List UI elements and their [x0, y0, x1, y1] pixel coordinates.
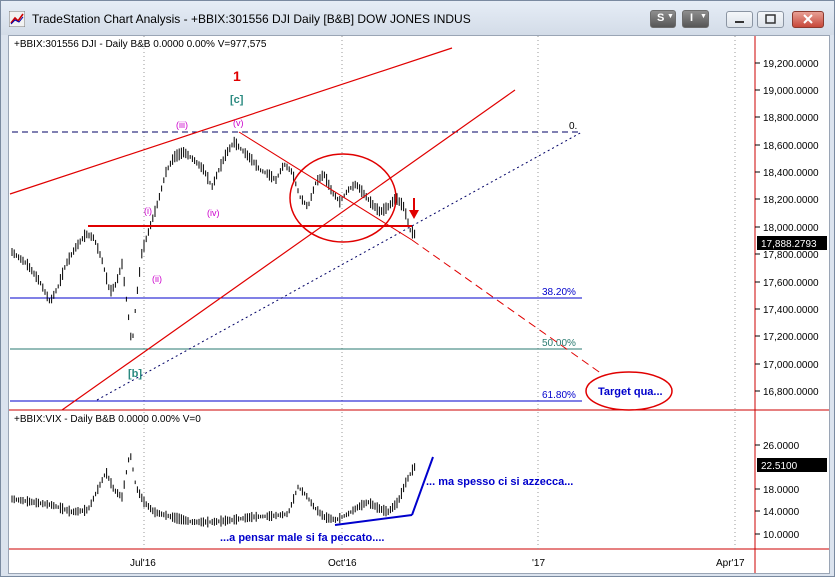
i-button-label: I	[690, 12, 694, 24]
minimize-button[interactable]	[726, 11, 753, 28]
wave-label-i: (i)	[144, 206, 152, 216]
price-tick-label: 18,400.0000	[763, 168, 819, 179]
price-tick-label: 17,200.0000	[763, 332, 819, 343]
price-tick-label: 18,800.0000	[763, 113, 819, 124]
title-bar: TradeStation Chart Analysis - +BBIX:3015…	[1, 1, 834, 35]
vix-price-bars	[11, 453, 416, 528]
wave-label-iv: (iv)	[207, 208, 220, 218]
window-title: TradeStation Chart Analysis - +BBIX:3015…	[32, 12, 471, 26]
wave-label-ii: (ii)	[152, 274, 162, 284]
chart-canvas[interactable]: +BBIX:301556 DJI - Daily B&B 0.0000 0.00…	[9, 36, 829, 573]
wave-label-b: [b]	[128, 368, 142, 380]
vix-note-top: ... ma spesso ci si azzecca...	[426, 476, 573, 488]
chevron-down-icon: ▼	[667, 13, 674, 20]
vix-tick-label: 14.0000	[763, 507, 800, 518]
wave-label-1: 1	[233, 68, 241, 84]
maximize-button[interactable]	[757, 11, 784, 28]
price-tick-label: 17,600.0000	[763, 278, 819, 289]
lower-pane-header: +BBIX:VIX - Daily B&B 0.0000 0.00% V=0	[14, 414, 201, 425]
price-tick-label: 19,200.0000	[763, 59, 819, 70]
dotted-trendline	[96, 131, 583, 401]
price-tick-label: 18,000.0000	[763, 223, 819, 234]
price-tick-label: 17,400.0000	[763, 305, 819, 316]
time-tick-label: Oct'16	[328, 558, 357, 569]
fib-382-label: 38.20%	[542, 287, 576, 298]
price-tick-label: 16,800.0000	[763, 387, 819, 398]
fib-618-label: 61.80%	[542, 390, 576, 401]
target-label: Target qua...	[598, 386, 663, 398]
price-tick-label: 17,000.0000	[763, 360, 819, 371]
time-tick-label: Apr'17	[716, 558, 745, 569]
chevron-down-icon: ▼	[700, 13, 707, 20]
upper-price-axis: 19,200.0000 19,000.0000 18,800.0000 18,6…	[755, 59, 819, 398]
projected-target-line	[411, 239, 603, 375]
upper-pane-header: +BBIX:301556 DJI - Daily B&B 0.0000 0.00…	[14, 39, 267, 50]
price-tick-label: 17,800.0000	[763, 250, 819, 261]
fib-0-label: 0.	[569, 121, 577, 132]
price-tick-label: 18,600.0000	[763, 141, 819, 152]
fib-50-label: 50.00%	[542, 338, 576, 349]
down-arrow-head-icon	[409, 210, 419, 219]
time-tick-label: Jul'16	[130, 558, 156, 569]
highlight-ellipse	[289, 153, 397, 243]
vix-tick-label: 18.0000	[763, 485, 800, 496]
maximize-icon	[765, 14, 776, 24]
vix-tick-label: 10.0000	[763, 530, 800, 541]
chart-window: TradeStation Chart Analysis - +BBIX:3015…	[0, 0, 835, 577]
last-price-label: 17,888.2793	[761, 239, 817, 250]
s-button-label: S	[657, 12, 665, 24]
wave-label-v: (v)	[233, 118, 244, 128]
vix-tick-label: 26.0000	[763, 441, 800, 452]
close-button[interactable]	[792, 11, 824, 28]
s-dropdown-button[interactable]: S ▼	[650, 10, 676, 28]
wave-label-iii: (iii)	[176, 120, 188, 130]
lower-channel-line	[61, 89, 516, 411]
dji-price-bars	[11, 136, 416, 341]
wave-label-c: [c]	[230, 94, 244, 106]
vix-note-bottom: ...a pensar male si fa peccato....	[220, 532, 384, 544]
price-tick-label: 19,000.0000	[763, 86, 819, 97]
tradestation-app-icon	[9, 11, 25, 27]
vix-last-value: 22.5100	[761, 461, 798, 472]
minimize-icon	[735, 21, 744, 23]
close-icon	[803, 14, 813, 24]
time-tick-label: '17	[532, 558, 545, 569]
lower-price-axis: 26.0000 18.0000 14.0000 10.0000	[755, 441, 800, 541]
i-dropdown-button[interactable]: I ▼	[682, 10, 709, 28]
chart-area[interactable]: +BBIX:301556 DJI - Daily B&B 0.0000 0.00…	[8, 35, 830, 574]
price-tick-label: 18,200.0000	[763, 195, 819, 206]
